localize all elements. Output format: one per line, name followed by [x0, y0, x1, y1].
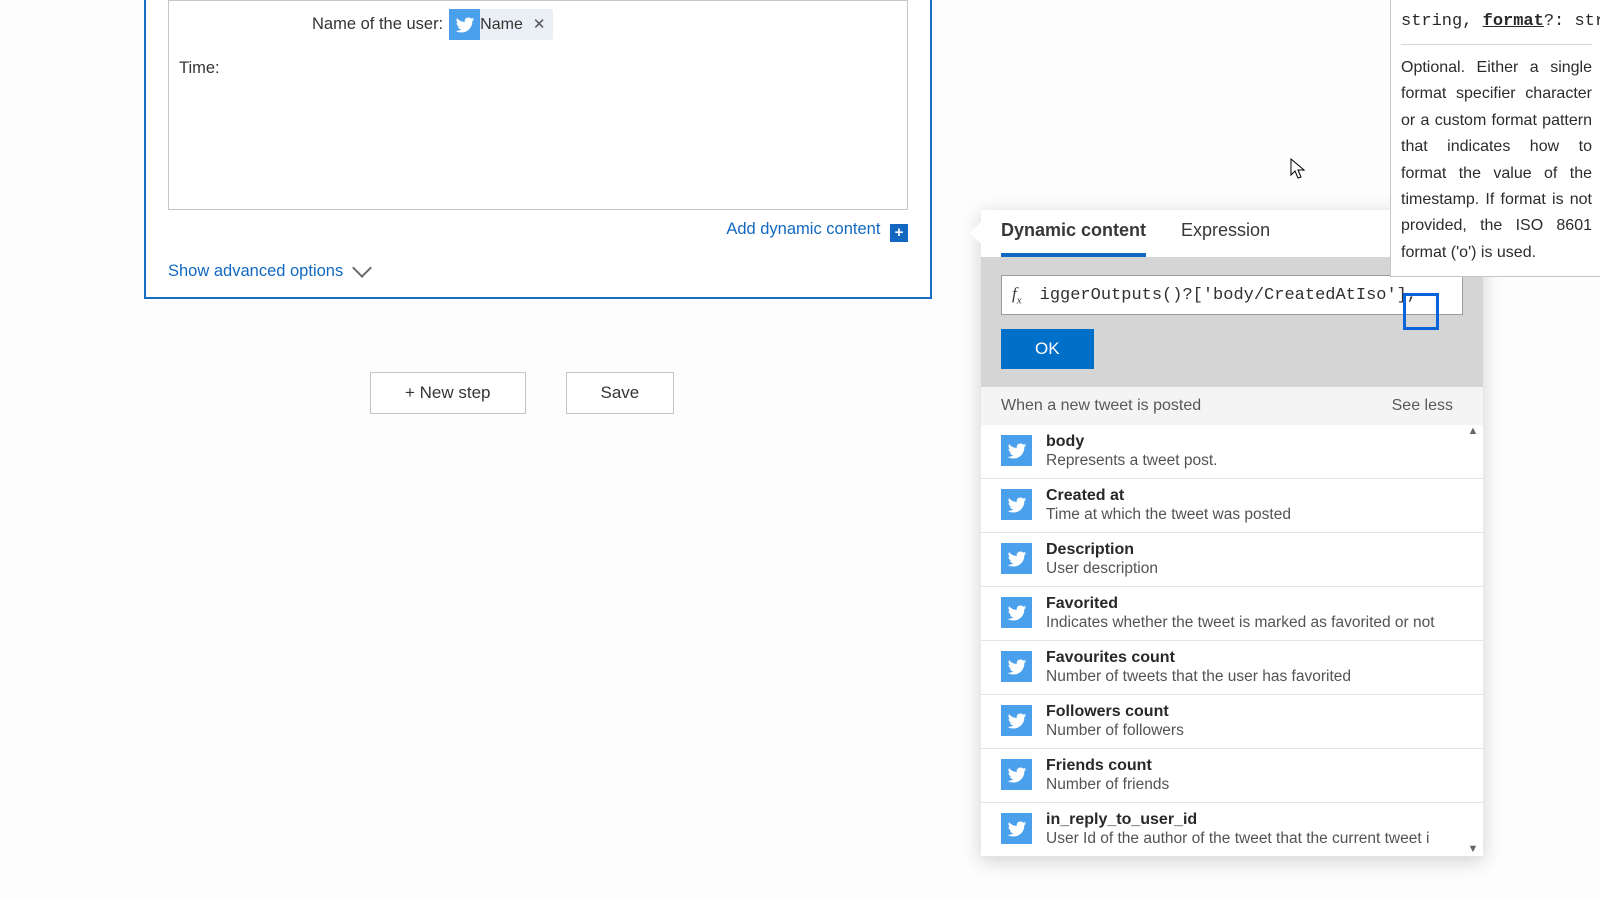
tab-dynamic-content[interactable]: Dynamic content	[1001, 220, 1146, 257]
twitter-icon	[1001, 489, 1032, 520]
scroll-up-icon[interactable]: ▲	[1465, 425, 1481, 437]
sig-pre: string,	[1401, 12, 1483, 31]
tooltip-body: Optional. Either a single format specifi…	[1401, 55, 1592, 266]
new-step-button[interactable]: + New step	[370, 372, 526, 414]
item-title: Favourites count	[1046, 649, 1351, 667]
scroll-down-icon[interactable]: ▼	[1465, 843, 1481, 855]
item-title: Description	[1046, 541, 1158, 559]
item-description: User Id of the author of the tweet that …	[1046, 830, 1429, 848]
item-title: in_reply_to_user_id	[1046, 811, 1429, 829]
sig-keyword: format	[1483, 12, 1544, 31]
list-item[interactable]: Followers countNumber of followers	[981, 695, 1483, 749]
see-less-link[interactable]: See less	[1392, 397, 1453, 415]
expression-value: iggerOutputs()?['body/CreatedAtIso'],	[1040, 286, 1417, 305]
twitter-icon	[1001, 435, 1032, 466]
list-item[interactable]: FavoritedIndicates whether the tweet is …	[981, 587, 1483, 641]
tooltip-signature: string, format?: str	[1401, 8, 1592, 45]
list-item[interactable]: Created atTime at which the tweet was po…	[981, 479, 1483, 533]
item-title: Favorited	[1046, 595, 1435, 613]
twitter-icon	[1001, 759, 1032, 790]
twitter-icon	[1001, 813, 1032, 844]
popup-caret-icon	[970, 222, 981, 244]
section-title: When a new tweet is posted	[1001, 397, 1201, 415]
add-dynamic-content-icon[interactable]: +	[890, 224, 908, 242]
twitter-icon	[1001, 543, 1032, 574]
add-dynamic-content-link[interactable]: Add dynamic content	[726, 220, 880, 238]
item-description: Number of followers	[1046, 722, 1184, 740]
message-body-field[interactable]: Name of the user: Name ✕ Time:	[168, 0, 908, 210]
item-description: User description	[1046, 560, 1158, 578]
item-description: Number of tweets that the user has favor…	[1046, 668, 1351, 686]
body-line2-label: Time:	[179, 54, 897, 82]
save-button[interactable]: Save	[566, 372, 675, 414]
popup-section-header: When a new tweet is posted See less	[981, 387, 1483, 425]
chevron-down-icon	[352, 258, 372, 278]
tab-expression[interactable]: Expression	[1181, 220, 1270, 257]
item-description: Represents a tweet post.	[1046, 452, 1217, 470]
body-line1-label: Name of the user:	[312, 10, 443, 38]
expression-input[interactable]: fx iggerOutputs()?['body/CreatedAtIso'],	[1001, 275, 1463, 315]
item-title: Followers count	[1046, 703, 1184, 721]
item-description: Time at which the tweet was posted	[1046, 506, 1291, 524]
item-title: Created at	[1046, 487, 1291, 505]
dynamic-token-name[interactable]: Name ✕	[449, 9, 553, 40]
fx-icon: fx	[1012, 284, 1022, 306]
ok-button[interactable]: OK	[1001, 329, 1094, 369]
list-item[interactable]: DescriptionUser description	[981, 533, 1483, 587]
dynamic-content-list[interactable]: ▲ ▼ bodyRepresents a tweet post.Created …	[981, 425, 1483, 857]
item-description: Number of friends	[1046, 776, 1169, 794]
action-card: Name of the user: Name ✕ Time: Add dynam…	[144, 0, 932, 299]
twitter-icon	[1001, 705, 1032, 736]
dynamic-content-popup: Dynamic content Expression fx iggerOutpu…	[981, 210, 1483, 857]
parameter-tooltip: string, format?: str Optional. Either a …	[1390, 0, 1600, 277]
show-advanced-label: Show advanced options	[168, 262, 343, 281]
item-title: body	[1046, 433, 1217, 451]
list-item[interactable]: bodyRepresents a tweet post.	[981, 425, 1483, 479]
item-title: Friends count	[1046, 757, 1169, 775]
twitter-icon	[449, 9, 480, 40]
show-advanced-options-toggle[interactable]: Show advanced options	[168, 262, 908, 281]
twitter-icon	[1001, 597, 1032, 628]
mouse-cursor-icon	[1290, 158, 1306, 180]
list-item[interactable]: Favourites countNumber of tweets that th…	[981, 641, 1483, 695]
list-item[interactable]: in_reply_to_user_idUser Id of the author…	[981, 803, 1483, 857]
twitter-icon	[1001, 651, 1032, 682]
token-label: Name	[480, 11, 523, 38]
list-item[interactable]: Friends countNumber of friends	[981, 749, 1483, 803]
item-description: Indicates whether the tweet is marked as…	[1046, 614, 1435, 632]
bottom-buttons: + New step Save	[370, 372, 674, 414]
sig-post: ?: str	[1544, 12, 1600, 31]
remove-token-icon[interactable]: ✕	[533, 12, 546, 38]
